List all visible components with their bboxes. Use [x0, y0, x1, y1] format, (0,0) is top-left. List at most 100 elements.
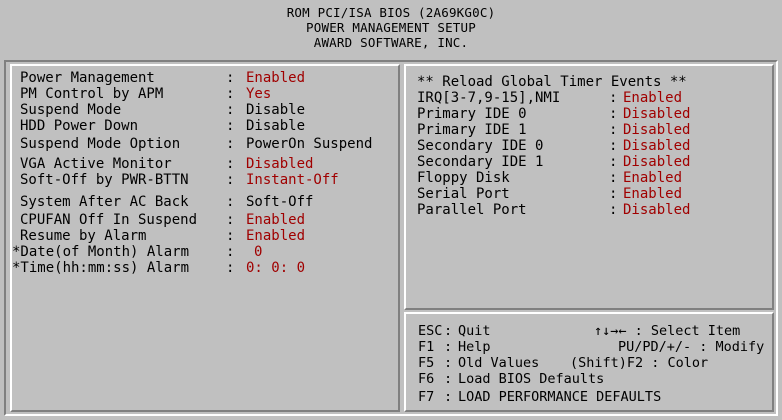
setting-label: *Date(of Month) Alarm: [12, 244, 190, 260]
event-label: Primary IDE 0: [417, 106, 527, 122]
setting-value[interactable]: Disabled: [246, 156, 313, 172]
setting-colon: :: [226, 70, 235, 86]
event-row[interactable]: Secondary IDE 1: Disabled: [417, 154, 767, 170]
f6-key: F6: [418, 371, 435, 387]
events-title: ** Reload Global Timer Events **: [417, 74, 687, 90]
event-row[interactable]: IRQ[3-7,9-15],NMI: Enabled: [417, 90, 767, 106]
event-value[interactable]: Disabled: [623, 138, 690, 154]
help-row-esc: ESC : Quit ↑↓→← : Select Item: [418, 324, 768, 339]
setting-row[interactable]: Suspend Mode: Disable: [20, 102, 395, 118]
esc-text: Quit: [458, 323, 491, 339]
setting-label: Suspend Mode: [20, 102, 122, 118]
setting-label: Suspend Mode Option: [20, 136, 181, 152]
setting-value[interactable]: Soft-Off: [246, 194, 313, 210]
setting-row[interactable]: *Date(of Month) Alarm: 0: [12, 244, 395, 260]
help-colon: :: [444, 371, 453, 387]
event-row[interactable]: Primary IDE 1: Disabled: [417, 122, 767, 138]
event-colon: :: [609, 154, 618, 170]
setting-label: CPUFAN Off In Suspend: [20, 212, 198, 228]
help-colon: :: [444, 339, 453, 355]
setting-colon: :: [226, 172, 235, 188]
event-colon: :: [609, 138, 618, 154]
help-row-f7: F7 : LOAD PERFORMANCE DEFAULTS: [418, 390, 768, 405]
help-row-f6: F6 : Load BIOS Defaults: [418, 372, 768, 387]
esc-key: ESC: [418, 323, 443, 339]
help-colon: :: [444, 389, 453, 405]
setting-row[interactable]: Resume by Alarm: Enabled: [20, 228, 395, 244]
event-row[interactable]: Secondary IDE 0: Disabled: [417, 138, 767, 154]
setting-row[interactable]: VGA Active Monitor: Disabled: [20, 156, 395, 172]
setting-row[interactable]: Suspend Mode Option: PowerOn Suspend: [20, 136, 395, 152]
event-value[interactable]: Disabled: [623, 154, 690, 170]
setting-row[interactable]: HDD Power Down: Disable: [20, 118, 395, 134]
event-colon: :: [609, 90, 618, 106]
event-colon: :: [609, 122, 618, 138]
event-value[interactable]: Disabled: [623, 202, 690, 218]
setting-label: VGA Active Monitor: [20, 156, 172, 172]
modify-hint: PU/PD/+/- : Modify: [618, 339, 765, 355]
help-colon: :: [444, 355, 453, 371]
event-row[interactable]: Primary IDE 0: Disabled: [417, 106, 767, 122]
setting-value[interactable]: Disable: [246, 118, 305, 134]
event-value[interactable]: Disabled: [623, 106, 690, 122]
setting-row[interactable]: Power Management: Enabled: [20, 70, 395, 86]
f1-key: F1: [418, 339, 435, 355]
f1-text: Help: [458, 339, 491, 355]
setting-row[interactable]: *Time(hh:mm:ss) Alarm:0: 0: 0: [12, 260, 395, 276]
event-label: Secondary IDE 0: [417, 138, 544, 154]
event-colon: :: [609, 106, 618, 122]
event-colon: :: [609, 170, 618, 186]
setting-value[interactable]: Instant-Off: [246, 172, 339, 188]
setting-value[interactable]: PowerOn Suspend: [246, 136, 372, 152]
help-row-f1: F1 : Help PU/PD/+/- : Modify: [418, 340, 768, 355]
event-colon: :: [609, 202, 618, 218]
setting-value[interactable]: Enabled: [246, 212, 305, 228]
setting-colon: :: [226, 228, 235, 244]
event-row[interactable]: Floppy Disk: Enabled: [417, 170, 767, 186]
setting-label: PM Control by APM: [20, 86, 164, 102]
event-label: Primary IDE 1: [417, 122, 527, 138]
setting-colon: :: [226, 102, 235, 118]
event-label: Floppy Disk: [417, 170, 510, 186]
f7-key: F7: [418, 389, 435, 405]
setting-colon: :: [226, 244, 235, 260]
setting-colon: :: [226, 260, 235, 276]
event-value[interactable]: Enabled: [623, 170, 682, 186]
setting-value[interactable]: 0: 0: 0: [246, 260, 305, 276]
setting-colon: :: [226, 212, 235, 228]
setting-colon: :: [226, 136, 235, 152]
event-row[interactable]: Serial Port: Enabled: [417, 186, 767, 202]
f5-text: Old Values: [458, 355, 540, 371]
setup-title: POWER MANAGEMENT SETUP: [306, 20, 476, 35]
setting-label: *Time(hh:mm:ss) Alarm: [12, 260, 190, 276]
setting-value[interactable]: Yes: [246, 86, 271, 102]
nav-hint: ↑↓→← : Select Item: [594, 323, 741, 339]
setting-colon: :: [226, 156, 235, 172]
setting-value[interactable]: Enabled: [246, 228, 305, 244]
help-colon: :: [444, 323, 453, 339]
event-value[interactable]: Enabled: [623, 90, 682, 106]
setting-row[interactable]: CPUFAN Off In Suspend: Enabled: [20, 212, 395, 228]
setting-value[interactable]: Disable: [246, 102, 305, 118]
setting-row[interactable]: Soft-Off by PWR-BTTN: Instant-Off: [20, 172, 395, 188]
event-row[interactable]: Parallel Port: Disabled: [417, 202, 767, 218]
event-label: IRQ[3-7,9-15],NMI: [417, 90, 561, 106]
setting-row[interactable]: PM Control by APM: Yes: [20, 86, 395, 102]
f6-text: Load BIOS Defaults: [458, 371, 605, 387]
setting-row[interactable]: System After AC Back: Soft-Off: [20, 194, 395, 210]
setting-colon: :: [226, 86, 235, 102]
setting-label: System After AC Back: [20, 194, 189, 210]
setting-value[interactable]: 0: [254, 244, 262, 260]
setting-label: Power Management: [20, 70, 155, 86]
event-label: Parallel Port: [417, 202, 527, 218]
setting-value[interactable]: Enabled: [246, 70, 305, 86]
help-row-f5: F5 : Old Values (Shift)F2 : Color: [418, 356, 768, 371]
setting-label: HDD Power Down: [20, 118, 139, 134]
event-value[interactable]: Disabled: [623, 122, 690, 138]
event-label: Secondary IDE 1: [417, 154, 544, 170]
vendor-name: AWARD SOFTWARE, INC.: [313, 35, 469, 50]
setting-colon: :: [226, 118, 235, 134]
color-hint: (Shift)F2 : Color: [570, 355, 709, 371]
event-value[interactable]: Enabled: [623, 186, 682, 202]
f7-text: LOAD PERFORMANCE DEFAULTS: [458, 389, 662, 405]
